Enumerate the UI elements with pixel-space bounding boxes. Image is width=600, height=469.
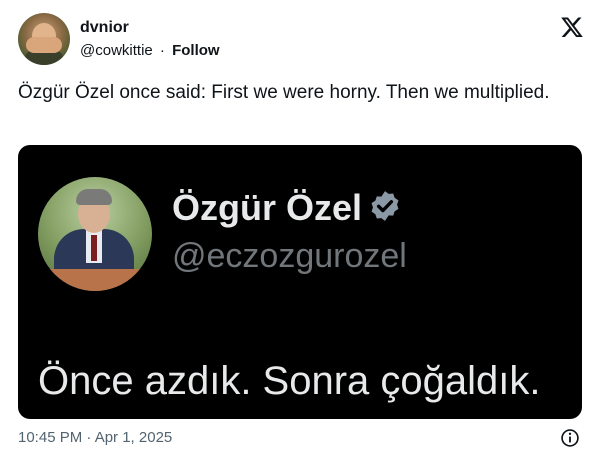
tweet-timestamp[interactable]: 10:45 PM · Apr 1, 2025 bbox=[18, 429, 172, 446]
follow-button[interactable]: Follow bbox=[172, 42, 220, 59]
verified-badge-icon bbox=[371, 191, 399, 222]
photo-table-shape bbox=[38, 269, 152, 291]
avatar-hand-shape bbox=[26, 37, 62, 53]
media-display-name: Özgür Özel bbox=[172, 187, 402, 229]
author-handle-row: @cowkittie · Follow bbox=[80, 42, 220, 59]
media-handle: @eczozgurozel bbox=[172, 237, 407, 275]
media-profile-photo bbox=[38, 177, 152, 291]
tweet-text: Özgür Özel once said: First we were horn… bbox=[18, 82, 550, 103]
media-quote-text: Önce azdık. Sonra çoğaldık. bbox=[38, 359, 541, 403]
tweet-header: dvnior @cowkittie · Follow bbox=[18, 13, 584, 65]
x-logo-icon[interactable] bbox=[560, 15, 584, 39]
handle-separator: · bbox=[159, 42, 165, 59]
photo-hair-shape bbox=[76, 189, 112, 205]
tweet-media-image[interactable]: Özgür Özel @eczozgurozel Önce azdık. Son… bbox=[18, 145, 582, 419]
media-name-text: Özgür Özel bbox=[172, 187, 363, 228]
photo-tie-shape bbox=[91, 235, 97, 261]
author-handle[interactable]: @cowkittie bbox=[80, 42, 153, 59]
author-name[interactable]: dvnior bbox=[80, 19, 129, 37]
author-avatar[interactable] bbox=[18, 13, 70, 65]
info-icon[interactable] bbox=[560, 428, 580, 448]
